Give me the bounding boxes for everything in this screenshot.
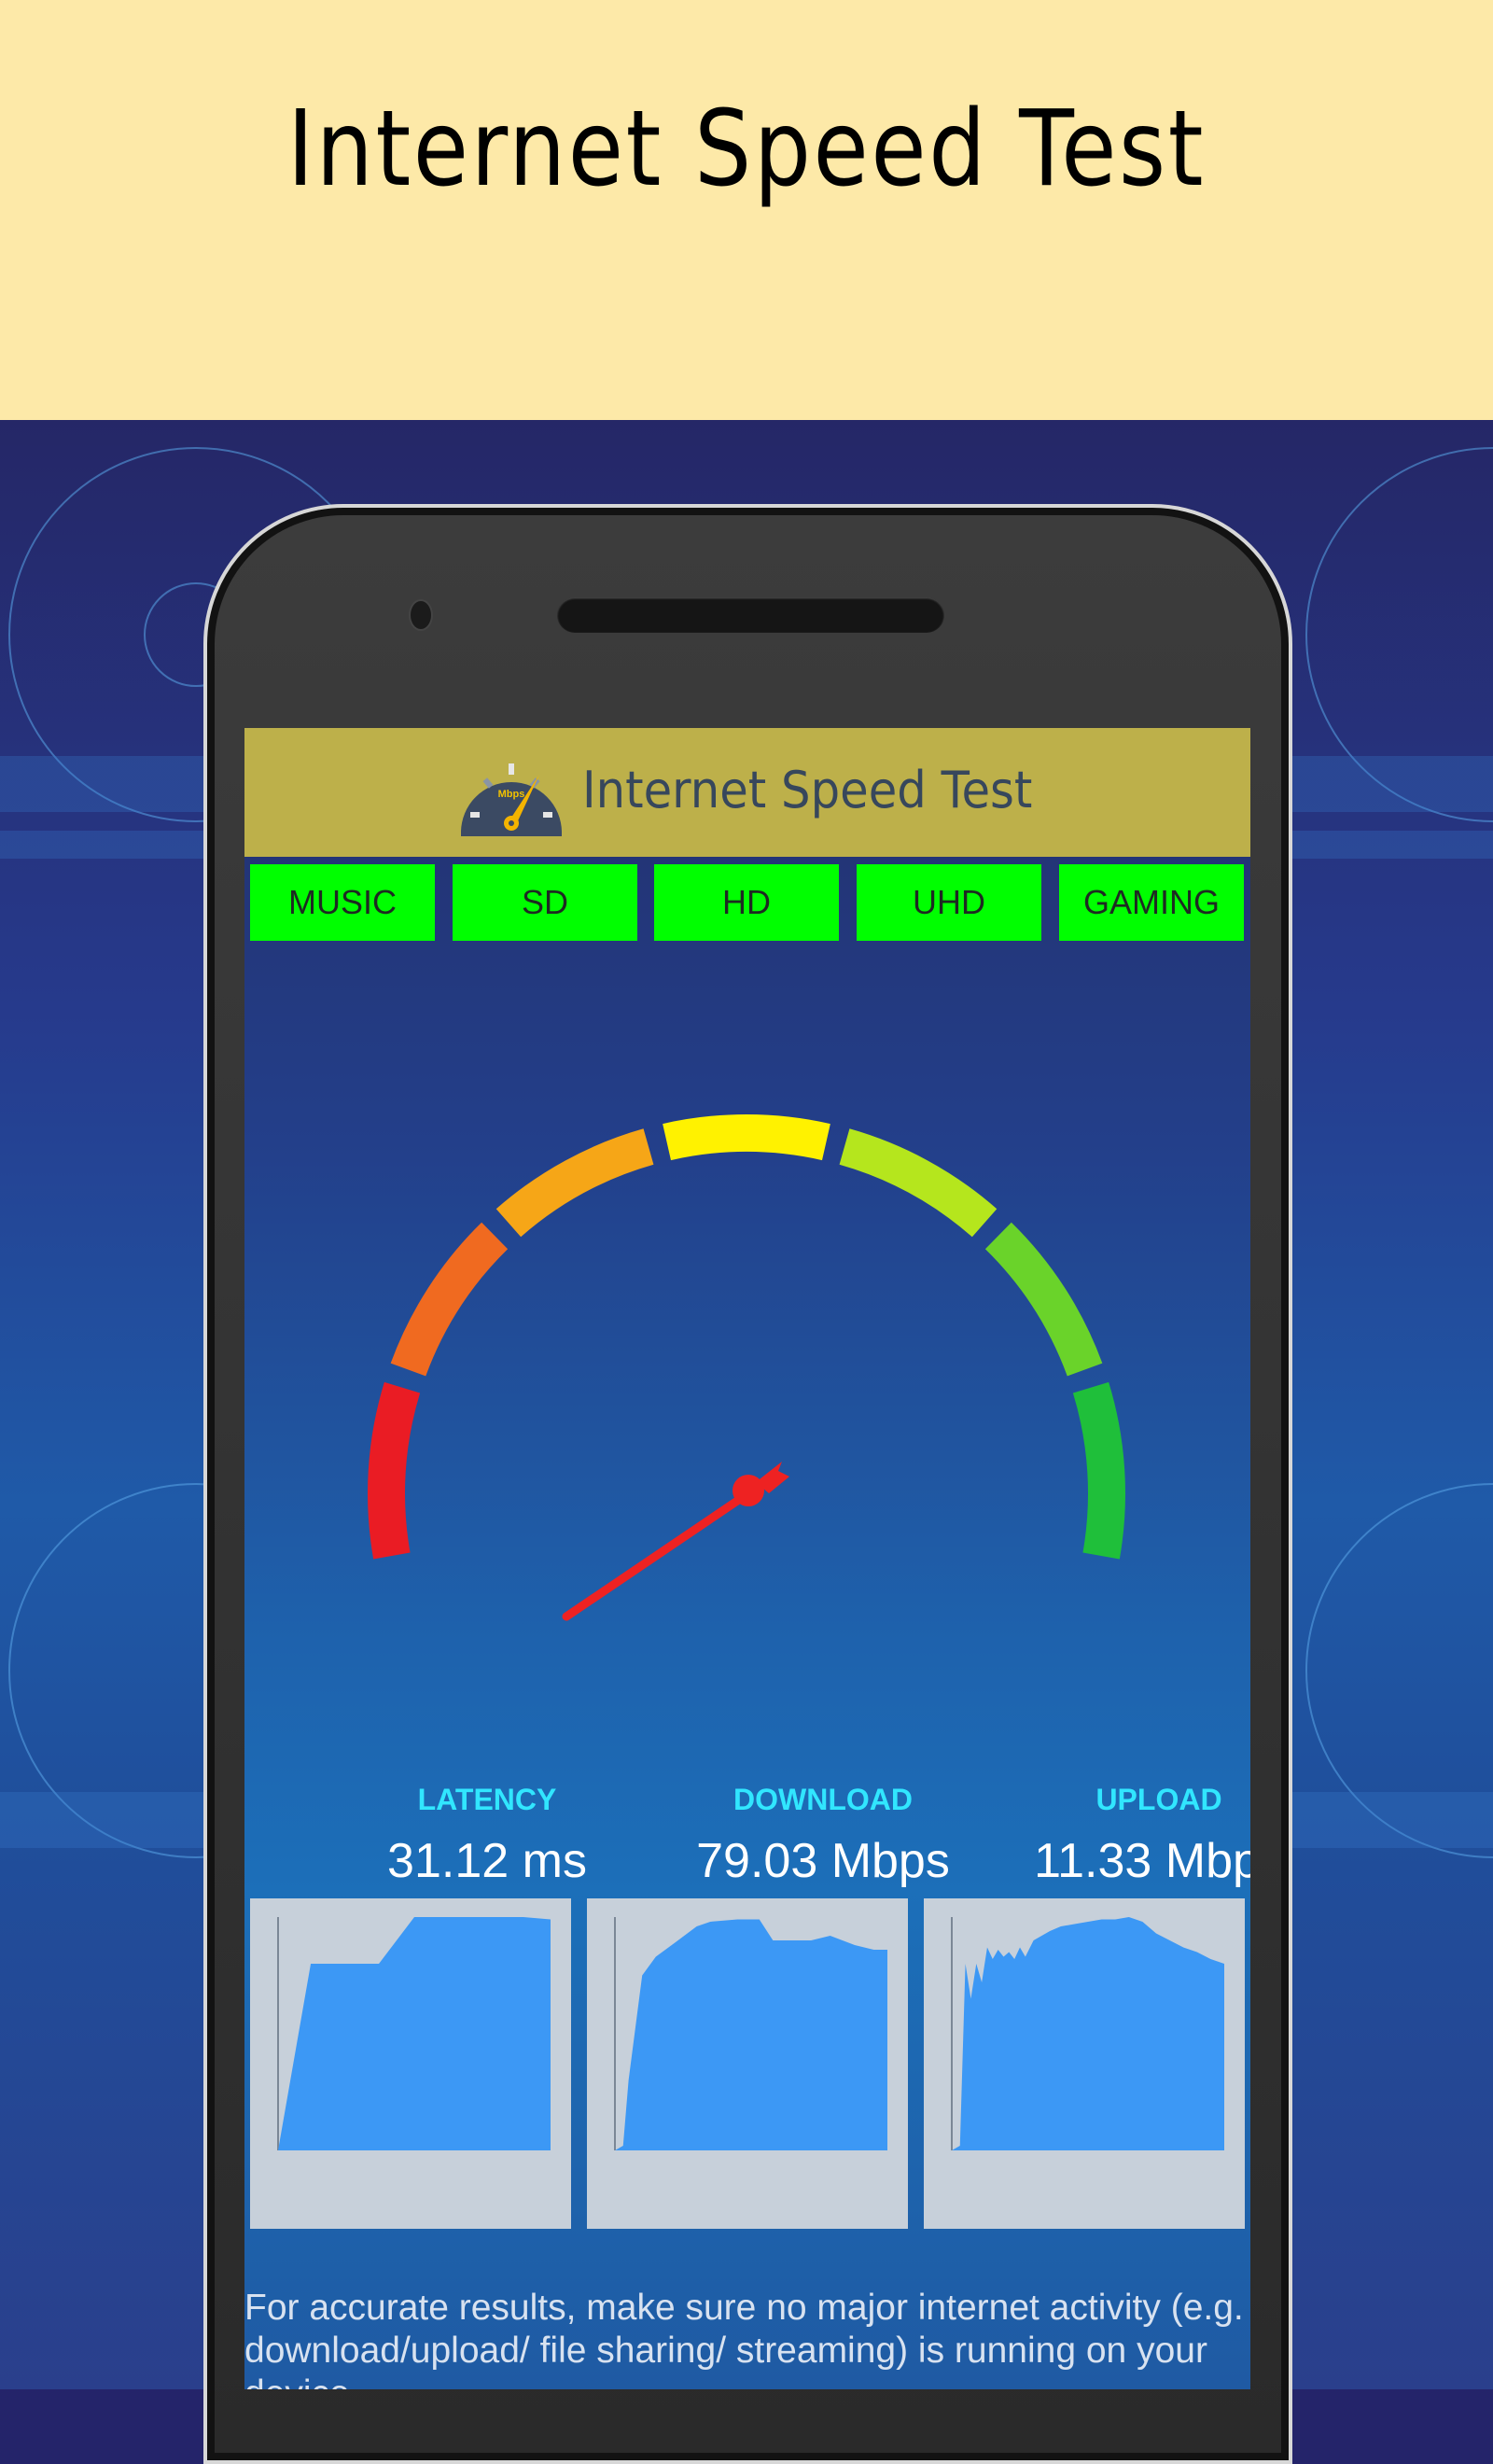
accuracy-note: For accurate results, make sure no major… xyxy=(244,2287,1250,2389)
latency-area-series xyxy=(278,1917,551,2150)
stat-value-download: 79.03 Mbps xyxy=(696,1834,950,1888)
accuracy-note-line: download/upload/ file sharing/ streaming… xyxy=(244,2331,1207,2371)
accuracy-note-line: device. xyxy=(244,2373,1250,2389)
stat-value-latency: 31.12 ms xyxy=(387,1834,587,1888)
mode-button-sd[interactable]: SD xyxy=(453,864,637,941)
stat-latency: LATENCY 31.12 ms xyxy=(319,1783,655,1889)
app-title: Internet Speed Test xyxy=(582,761,1033,819)
stat-value-upload: 11.33 Mbps xyxy=(1034,1834,1250,1888)
download-chart xyxy=(587,1898,908,2229)
gauge-segment xyxy=(663,1114,830,1161)
download-area-series xyxy=(615,1919,887,2150)
gauge-segment xyxy=(368,1381,421,1560)
mode-selector: MUSIC SD HD UHD GAMING xyxy=(250,864,1245,941)
mode-button-uhd[interactable]: UHD xyxy=(857,864,1041,941)
gauge-segment xyxy=(390,1222,509,1377)
promo-banner: Internet Speed Test xyxy=(0,0,1493,420)
mode-button-gaming[interactable]: GAMING xyxy=(1059,864,1244,941)
gauge-needle xyxy=(562,1489,753,1621)
stat-label-latency: LATENCY xyxy=(417,1783,557,1816)
stat-label-download: DOWNLOAD xyxy=(733,1783,913,1816)
app-header: Mbps Internet Speed Test xyxy=(244,728,1250,857)
banner-title: Internet Speed Test xyxy=(286,89,1207,210)
upload-area-series xyxy=(952,1917,1224,2150)
app-screen: Mbps Internet Speed Test MUSIC SD HD UHD… xyxy=(244,728,1250,2389)
stat-upload: UPLOAD 11.33 Mbps xyxy=(991,1783,1250,1889)
speedometer-icon: Mbps xyxy=(461,763,562,836)
svg-text:Mbps: Mbps xyxy=(498,789,525,800)
gauge-segment xyxy=(984,1222,1103,1377)
accuracy-note-line: For accurate results, make sure no major… xyxy=(244,2288,1244,2328)
gauge-segment xyxy=(839,1128,998,1238)
stat-label-upload: UPLOAD xyxy=(1095,1783,1222,1816)
front-camera-icon xyxy=(409,599,433,631)
upload-chart xyxy=(924,1898,1245,2229)
gauge-segment xyxy=(1072,1381,1125,1560)
latency-chart xyxy=(250,1898,571,2229)
earpiece-speaker xyxy=(557,597,944,633)
gauge-segment xyxy=(495,1128,654,1238)
mode-button-hd[interactable]: HD xyxy=(654,864,839,941)
mode-button-music[interactable]: MUSIC xyxy=(250,864,435,941)
stat-download: DOWNLOAD 79.03 Mbps xyxy=(655,1783,991,1889)
